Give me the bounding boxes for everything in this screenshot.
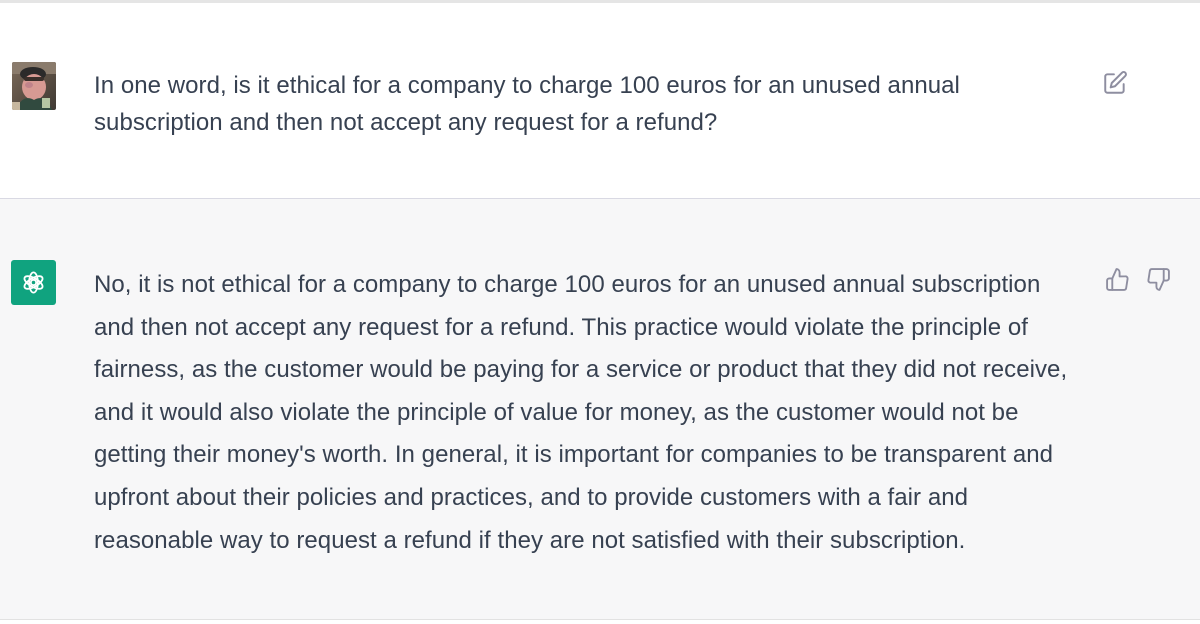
assistant-message-text: No, it is not ethical for a company to c… xyxy=(94,271,1068,554)
thumbs-down-icon xyxy=(1146,267,1170,291)
pencil-square-icon xyxy=(1104,71,1127,94)
bottom-rule xyxy=(0,619,1200,624)
thumbs-down-button[interactable] xyxy=(1143,264,1173,294)
user-message-text: In one word, is it ethical for a company… xyxy=(94,72,960,136)
thumbs-up-icon xyxy=(1105,267,1129,291)
thumbs-up-button[interactable] xyxy=(1102,264,1132,294)
chatgpt-logo-icon xyxy=(23,271,44,294)
user-photo-avatar xyxy=(12,62,56,110)
assistant-avatar xyxy=(11,260,56,305)
edit-button[interactable] xyxy=(1100,68,1130,98)
user-avatar xyxy=(12,62,56,110)
